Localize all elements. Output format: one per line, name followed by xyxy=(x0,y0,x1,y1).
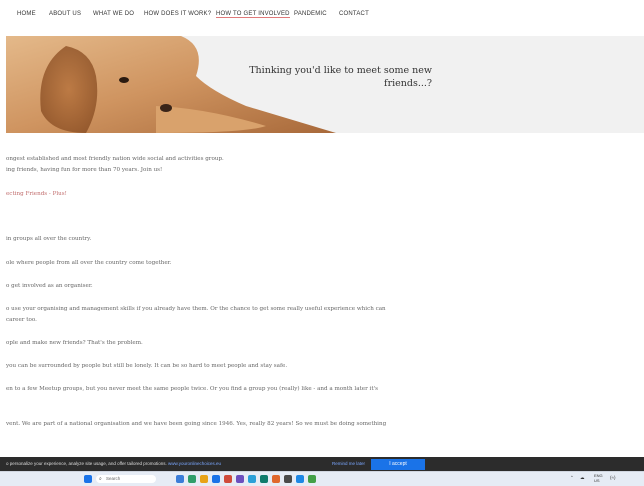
photos-icon[interactable] xyxy=(272,475,280,483)
nav-pandemic[interactable]: PANDEMIC xyxy=(294,11,327,17)
nav-what-we-do[interactable]: WHAT WE DO xyxy=(93,11,134,17)
content-line: en to a few Meetup groups, but you never… xyxy=(6,386,378,392)
nav-about-us[interactable]: ABOUT US xyxy=(49,11,81,17)
content-line: ole where people from all over the count… xyxy=(6,260,172,266)
content-line: o get involved as an organiser. xyxy=(6,283,93,289)
word-icon[interactable] xyxy=(296,475,304,483)
excel-icon[interactable] xyxy=(308,475,316,483)
hero-banner: Thinking you'd like to meet some new fri… xyxy=(6,36,644,133)
tray-chevron-icon[interactable]: ⌃ xyxy=(570,475,574,481)
windows-start-icon[interactable] xyxy=(84,475,92,483)
content-link[interactable]: ecting Friends - Plus! xyxy=(6,191,67,197)
nav-home[interactable]: HOME xyxy=(17,11,36,17)
content-line: ing friends, having fun for more than 70… xyxy=(6,167,163,173)
nav-how-to-get-involved[interactable]: HOW TO GET INVOLVED xyxy=(216,11,290,18)
store-icon[interactable] xyxy=(236,475,244,483)
cookie-accept-button[interactable]: I accept xyxy=(371,459,425,470)
chrome-icon[interactable] xyxy=(248,475,256,483)
content-line: vent. We are part of a national organisa… xyxy=(6,421,387,427)
tray-cloud-icon[interactable]: ☁ xyxy=(580,475,585,481)
hero-tagline: Thinking you'd like to meet some new fri… xyxy=(246,64,432,90)
mail-icon[interactable] xyxy=(224,475,232,483)
content-line: ongest established and most friendly nat… xyxy=(6,156,224,162)
language-region: US xyxy=(594,478,600,483)
language-indicator[interactable]: ENG US xyxy=(594,473,603,483)
cookie-message-text: o personalize your experience, analyze s… xyxy=(6,461,167,466)
content-line: in groups all over the country. xyxy=(6,236,92,242)
hero-tagline-line1: Thinking you'd like to meet some new xyxy=(249,65,432,76)
search-icon: ⌕ xyxy=(99,476,102,482)
content-line: career too. xyxy=(6,317,37,323)
cookie-banner: o personalize your experience, analyze s… xyxy=(0,457,644,471)
widgets-icon[interactable] xyxy=(188,475,196,483)
content-line: o use your organising and management ski… xyxy=(6,306,386,312)
edge-browser-icon[interactable] xyxy=(212,475,220,483)
content-line: ople and make new friends? That's the pr… xyxy=(6,340,143,346)
task-view-icon[interactable] xyxy=(176,475,184,483)
content-line: you can be surrounded by people but stil… xyxy=(6,363,288,369)
cookie-remind-later-link[interactable]: Remind me later xyxy=(332,461,365,466)
teams-icon[interactable] xyxy=(260,475,268,483)
taskbar-search-box[interactable]: ⌕ Search xyxy=(96,475,156,483)
file-explorer-icon[interactable] xyxy=(200,475,208,483)
hero-tagline-line2: friends...? xyxy=(384,78,432,89)
top-navigation: HOME ABOUT US WHAT WE DO HOW DOES IT WOR… xyxy=(0,0,644,34)
taskbar-search-placeholder: Search xyxy=(106,476,121,481)
settings-icon[interactable] xyxy=(284,475,292,483)
cookie-policy-link[interactable]: www.youronlinechoices.eu xyxy=(168,461,221,466)
nav-how-does-it-work[interactable]: HOW DOES IT WORK? xyxy=(144,11,211,17)
wifi-icon[interactable]: (≈) xyxy=(610,475,615,480)
windows-taskbar: ⌕ Search ⌃ ☁ ENG US (≈) xyxy=(0,471,644,486)
nav-contact[interactable]: CONTACT xyxy=(339,11,369,17)
cookie-message: o personalize your experience, analyze s… xyxy=(6,461,221,466)
